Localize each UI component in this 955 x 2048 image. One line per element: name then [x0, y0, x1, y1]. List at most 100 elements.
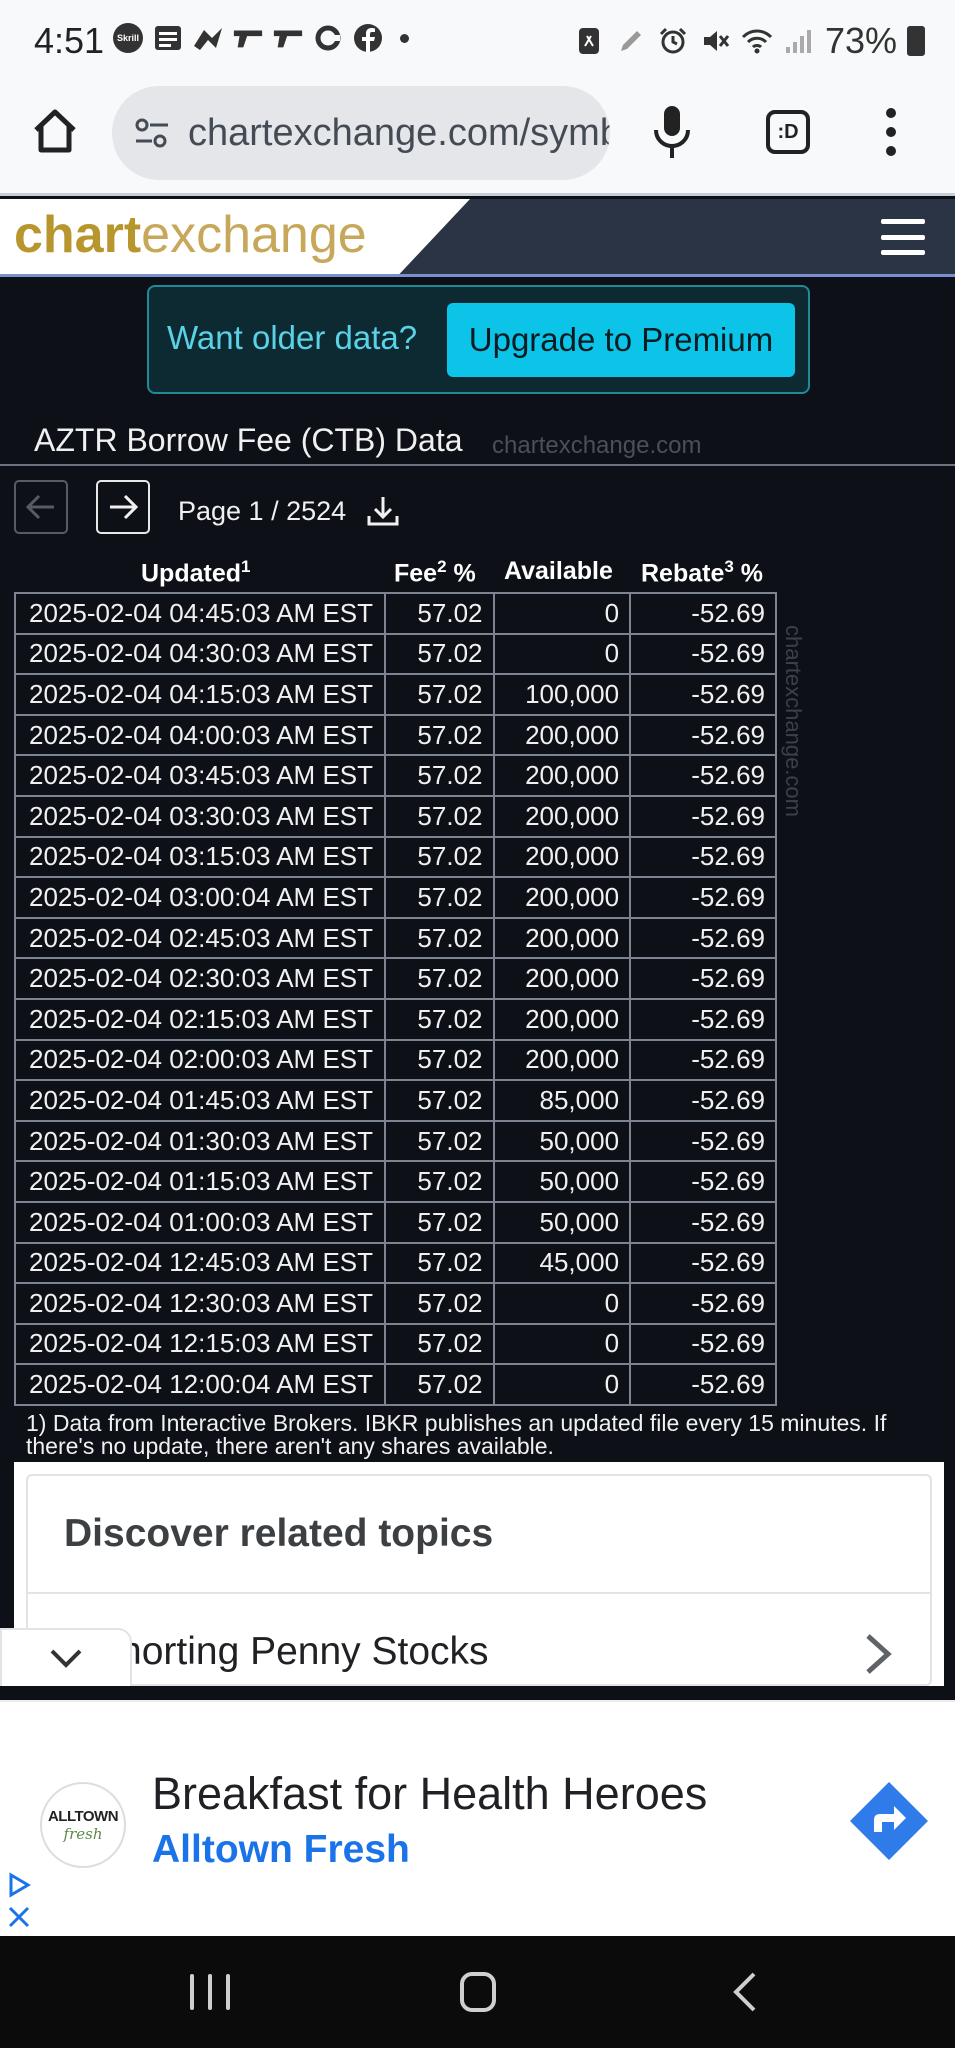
- chevron-down-icon: [50, 1649, 82, 1668]
- cell-rebate: -52.69: [629, 794, 777, 838]
- battery-icon: [907, 26, 925, 56]
- cell-fee: 57.02: [383, 592, 495, 635]
- browser-menu-button[interactable]: [884, 108, 898, 156]
- ad-go-arrow-icon[interactable]: [848, 1780, 930, 1862]
- nfc-icon: [573, 25, 605, 57]
- table-row: 2025-02-04 02:30:03 AM EST 57.02 200,000 -5…: [14, 957, 777, 1000]
- upgrade-button[interactable]: Upgrade to Premium: [447, 303, 795, 377]
- tab-switcher-button[interactable]: :D: [766, 110, 810, 154]
- page-title: AZTR Borrow Fee (CTB) Data: [34, 422, 463, 458]
- table-row: 2025-02-04 02:00:03 AM EST 57.02 200,000 -5…: [14, 1038, 777, 1082]
- browser-toolbar: chartexchange.com/symbol/nasdaq-aztr/bor…: [0, 82, 955, 196]
- cell-available: 200,000: [492, 876, 632, 919]
- cell-updated: 2025-02-04 12:00:04 AM EST: [14, 1363, 386, 1406]
- status-time: 4:51: [34, 20, 105, 61]
- cell-fee: 57.02: [383, 1038, 495, 1082]
- upgrade-banner: Want older data? Upgrade to Premium: [147, 285, 810, 394]
- cell-fee: 57.02: [383, 754, 495, 797]
- wifi-icon: [741, 25, 773, 57]
- cell-available: 0: [492, 1363, 632, 1406]
- cell-updated: 2025-02-04 01:45:03 AM EST: [14, 1079, 386, 1122]
- ad-headline[interactable]: Breakfast for Health Heroes: [152, 1768, 707, 1820]
- messenger-icon: [192, 22, 224, 54]
- cell-updated: 2025-02-04 12:15:03 AM EST: [14, 1322, 386, 1366]
- cell-rebate: -52.69: [629, 1363, 777, 1406]
- ad-advertiser[interactable]: Alltown Fresh: [152, 1828, 410, 1872]
- cell-available: 85,000: [492, 1079, 632, 1122]
- system-icons: 73%: [573, 20, 925, 62]
- adchoices-icon[interactable]: [6, 1872, 32, 1898]
- arrow-right-icon: [110, 494, 139, 520]
- column-header-updated[interactable]: Updated1: [141, 557, 250, 588]
- borrow-fee-table: 2025-02-04 04:45:03 AM EST 57.02 0 -52.69 20…: [14, 592, 777, 1406]
- close-icon[interactable]: [6, 1904, 32, 1930]
- cell-fee: 57.02: [383, 1363, 495, 1406]
- column-header-available[interactable]: Available: [504, 557, 613, 586]
- site-settings-icon[interactable]: [132, 113, 172, 153]
- cell-fee: 57.02: [383, 1282, 495, 1325]
- cell-rebate: -52.69: [629, 1282, 777, 1325]
- address-bar[interactable]: chartexchange.com/symbol/nasdaq-aztr/bor…: [112, 86, 610, 180]
- home-icon: [34, 109, 76, 153]
- home-nav-icon[interactable]: [460, 1972, 496, 2012]
- previous-page-button[interactable]: [14, 480, 68, 534]
- column-header-rebate[interactable]: Rebate3 %: [641, 557, 763, 588]
- discover-title: Discover related topics: [64, 1512, 494, 1555]
- cell-updated: 2025-02-04 12:45:03 AM EST: [14, 1241, 386, 1285]
- cell-available: 200,000: [492, 754, 632, 797]
- divider: [0, 464, 955, 466]
- pen-icon: [615, 25, 647, 57]
- cell-rebate: -52.69: [629, 957, 777, 1000]
- cell-rebate: -52.69: [629, 632, 777, 676]
- cell-fee: 57.02: [383, 997, 495, 1041]
- cell-updated: 2025-02-04 03:00:04 AM EST: [14, 876, 386, 919]
- column-header-fee[interactable]: Fee2 %: [394, 557, 476, 588]
- voice-search-button[interactable]: [650, 102, 694, 162]
- gun-icon: [272, 22, 304, 54]
- cell-fee: 57.02: [383, 916, 495, 960]
- cell-fee: 57.02: [383, 876, 495, 919]
- notification-icons: Skrill: [112, 22, 409, 54]
- related-topic-link[interactable]: Shorting Penny Stocks: [94, 1630, 489, 1674]
- download-button[interactable]: [366, 494, 400, 528]
- cell-rebate: -52.69: [629, 876, 777, 919]
- table-row: 2025-02-04 03:45:03 AM EST 57.02 200,000 -5…: [14, 754, 777, 797]
- table-header: Updated1 Fee2 % Available Rebate3 %: [14, 553, 776, 591]
- cell-updated: 2025-02-04 01:00:03 AM EST: [14, 1200, 386, 1244]
- download-icon: [367, 497, 399, 526]
- cell-available: 50,000: [492, 1160, 632, 1203]
- table-row: 2025-02-04 01:45:03 AM EST 57.02 85,000 -52…: [14, 1079, 777, 1122]
- home-button[interactable]: [30, 106, 80, 164]
- url-text: chartexchange.com/symbol/nasdaq-aztr/bor…: [188, 111, 610, 154]
- circle-c-icon: [312, 22, 344, 54]
- signal-icon: [783, 25, 815, 57]
- site-logo[interactable]: chartexchange: [14, 205, 367, 265]
- cell-fee: 57.02: [383, 957, 495, 1000]
- cell-rebate: -52.69: [629, 1038, 777, 1082]
- table-row: 2025-02-04 04:15:03 AM EST 57.02 100,000 -5…: [14, 673, 777, 716]
- cell-rebate: -52.69: [629, 592, 777, 635]
- divider: [28, 1592, 930, 1594]
- chevron-right-icon[interactable]: [862, 1632, 894, 1676]
- cell-updated: 2025-02-04 04:30:03 AM EST: [14, 632, 386, 676]
- table-row: 2025-02-04 12:00:04 AM EST 57.02 0 -52.69: [14, 1363, 777, 1406]
- cell-available: 200,000: [492, 997, 632, 1041]
- recent-apps-icon[interactable]: [190, 1974, 230, 2010]
- table-row: 2025-02-04 02:45:03 AM EST 57.02 200,000 -5…: [14, 916, 777, 960]
- cell-available: 100,000: [492, 673, 632, 716]
- cell-updated: 2025-02-04 12:30:03 AM EST: [14, 1282, 386, 1325]
- cell-rebate: -52.69: [629, 1119, 777, 1163]
- table-row: 2025-02-04 12:45:03 AM EST 57.02 45,000 -52…: [14, 1241, 777, 1285]
- cell-updated: 2025-02-04 02:45:03 AM EST: [14, 916, 386, 960]
- table-row: 2025-02-04 03:15:03 AM EST 57.02 200,000 -5…: [14, 835, 777, 879]
- advertiser-logo: ALLTOWN fresh: [40, 1782, 126, 1868]
- cell-updated: 2025-02-04 03:15:03 AM EST: [14, 835, 386, 879]
- cell-rebate: -52.69: [629, 1160, 777, 1203]
- back-icon[interactable]: [730, 1970, 760, 2014]
- more-notifications-dot: [400, 33, 409, 43]
- hamburger-menu-icon[interactable]: [881, 219, 925, 255]
- next-page-button[interactable]: [96, 480, 150, 534]
- table-row: 2025-02-04 02:15:03 AM EST 57.02 200,000 -5…: [14, 997, 777, 1041]
- collapse-ad-button[interactable]: [0, 1628, 132, 1686]
- ad-banner[interactable]: ALLTOWN fresh Breakfast for Health Heroe…: [0, 1700, 955, 1936]
